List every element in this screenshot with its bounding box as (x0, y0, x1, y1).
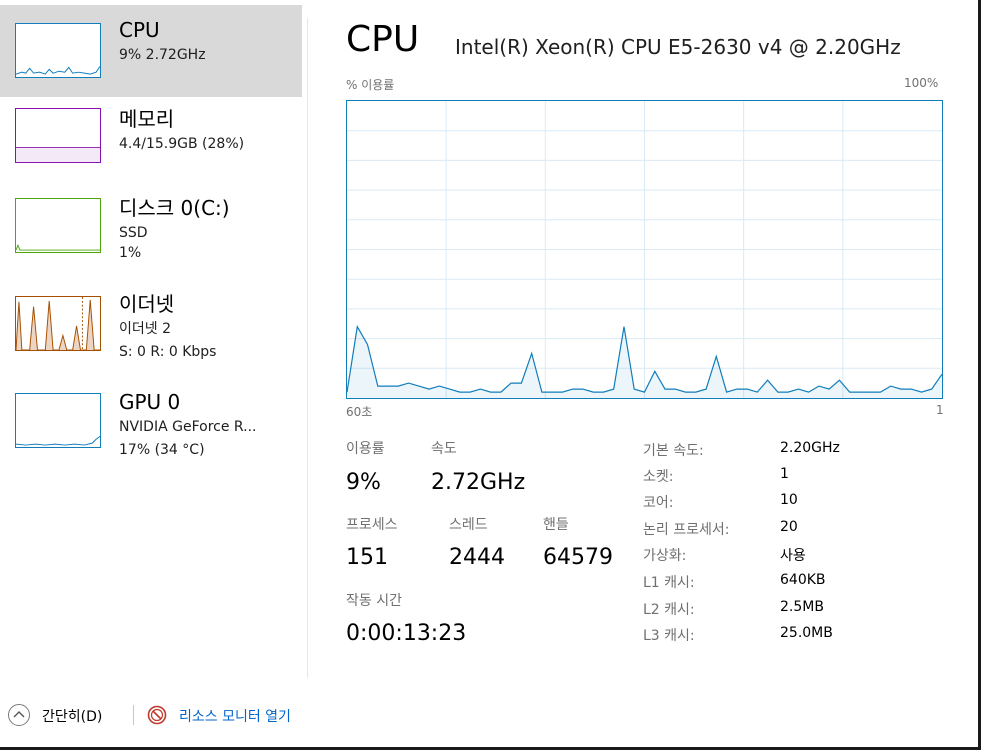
speed-value: 2.72GHz (431, 470, 526, 495)
sidebar-item-detail-2: S: 0 R: 0 Kbps (119, 344, 217, 360)
cpu-thumbnail-line (16, 66, 100, 75)
info-label: 소켓: (643, 469, 674, 485)
cpu-thumbnail-graph (15, 23, 101, 78)
memory-thumbnail-line (16, 147, 100, 162)
memory-thumbnail-graph (15, 108, 101, 163)
ethernet-thumbnail-graph (15, 296, 101, 351)
sidebar-item-title: 디스크 0(C:) (119, 196, 230, 220)
sidebar-item-detail-2: 1% (119, 245, 142, 261)
info-value: 20 (780, 519, 798, 535)
info-label: L1 캐시: (643, 575, 695, 591)
open-resource-monitor-link[interactable]: 리소스 모니터 열기 (179, 706, 291, 726)
sidebar-item-title: 이더넷 (119, 292, 175, 316)
graph-x-start: 60초 (346, 405, 373, 419)
page-title: CPU (346, 19, 420, 60)
sidebar-item-memory[interactable]: 메모리 4.4/15.9GB (28%) (0, 97, 302, 189)
info-label: L2 캐시: (643, 602, 695, 618)
info-value: 640KB (780, 572, 826, 588)
info-value: 사용 (780, 548, 806, 564)
resource-monitor-icon[interactable] (147, 705, 167, 725)
info-label: 논리 프로세서: (643, 522, 730, 538)
graph-y-label: % 이용률 (346, 78, 395, 92)
sidebar-item-gpu[interactable]: GPU 0 NVIDIA GeForce R... 17% (34 °C) (0, 380, 302, 472)
ethernet-thumbnail-line (16, 297, 100, 350)
sidebar-item-title: CPU (119, 18, 160, 42)
threads-value: 2444 (449, 545, 505, 570)
info-value: 25.0MB (780, 625, 833, 641)
disk-thumbnail-graph (15, 198, 101, 253)
info-label: L3 캐시: (643, 628, 695, 644)
utilization-value: 9% (346, 470, 381, 495)
graph-y-max: 100% (904, 76, 939, 90)
footer-divider (133, 705, 134, 725)
uptime-value: 0:00:13:23 (346, 621, 467, 646)
cpu-model-name: Intel(R) Xeon(R) CPU E5-2630 v4 @ 2.20GH… (455, 35, 901, 59)
handles-value: 64579 (543, 545, 613, 570)
sidebar-item-title: 메모리 (119, 107, 175, 131)
gpu-thumbnail-graph (15, 393, 101, 448)
info-label: 기본 속도: (643, 443, 704, 459)
info-value: 1 (780, 466, 789, 482)
disk-thumbnail-line (16, 243, 100, 251)
cpu-utilization-graph (346, 100, 943, 399)
info-value: 2.20GHz (780, 440, 840, 456)
info-label: 가상화: (643, 548, 687, 564)
info-value: 2.5MB (780, 599, 824, 615)
sidebar-item-detail: 이더넷 2 (119, 321, 171, 337)
handles-label: 핸들 (543, 517, 569, 533)
threads-label: 스레드 (449, 517, 488, 533)
uptime-label: 작동 시간 (346, 593, 402, 609)
info-value: 10 (780, 492, 798, 508)
collapse-label[interactable]: 간단히(D) (42, 706, 102, 726)
sidebar-item-detail-2: 17% (34 °C) (119, 442, 205, 458)
graph-x-end: 1 (936, 403, 944, 417)
graph-grid (347, 101, 942, 398)
cpu-utilization-chart (347, 101, 942, 398)
sidebar-item-detail: 9% 2.72GHz (119, 47, 206, 63)
collapse-button[interactable] (8, 704, 30, 726)
sidebar-item-detail: SSD (119, 225, 148, 241)
processes-label: 프로세스 (346, 517, 398, 533)
utilization-label: 이용률 (346, 441, 385, 457)
processes-value: 151 (346, 545, 388, 570)
sidebar-item-title: GPU 0 (119, 390, 181, 414)
sidebar-item-ethernet[interactable]: 이더넷 이더넷 2 S: 0 R: 0 Kbps (0, 282, 302, 374)
speed-label: 속도 (431, 441, 457, 457)
panel-divider (307, 18, 308, 678)
sidebar-item-detail: NVIDIA GeForce R... (119, 419, 257, 435)
chevron-up-icon (13, 711, 25, 718)
gpu-thumbnail-line (16, 436, 100, 446)
sidebar-item-cpu[interactable]: CPU 9% 2.72GHz (0, 5, 302, 97)
sidebar-item-detail: 4.4/15.9GB (28%) (119, 136, 245, 152)
sidebar-item-disk[interactable]: 디스크 0(C:) SSD 1% (0, 188, 302, 280)
info-label: 코어: (643, 495, 674, 511)
